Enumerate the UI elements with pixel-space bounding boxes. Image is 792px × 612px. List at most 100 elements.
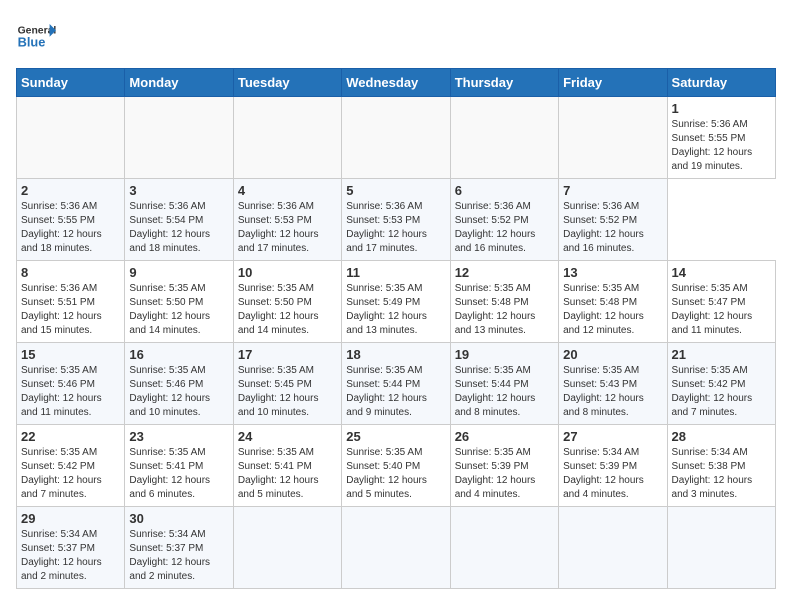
- day-cell: 15 Sunrise: 5:35 AMSunset: 5:46 PMDaylig…: [17, 343, 125, 425]
- day-cell: 3 Sunrise: 5:36 AMSunset: 5:54 PMDayligh…: [125, 179, 233, 261]
- day-cell: 18 Sunrise: 5:35 AMSunset: 5:44 PMDaylig…: [342, 343, 450, 425]
- day-number: 7: [563, 183, 662, 198]
- day-cell: 30 Sunrise: 5:34 AMSunset: 5:37 PMDaylig…: [125, 507, 233, 589]
- day-info: Sunrise: 5:35 AMSunset: 5:44 PMDaylight:…: [455, 364, 554, 420]
- empty-cell: [17, 97, 125, 179]
- day-cell: 11 Sunrise: 5:35 AMSunset: 5:49 PMDaylig…: [342, 261, 450, 343]
- day-cell: 14 Sunrise: 5:35 AMSunset: 5:47 PMDaylig…: [667, 261, 775, 343]
- day-info: Sunrise: 5:35 AMSunset: 5:40 PMDaylight:…: [346, 446, 445, 502]
- day-cell: 26 Sunrise: 5:35 AMSunset: 5:39 PMDaylig…: [450, 425, 558, 507]
- empty-cell: [559, 97, 667, 179]
- day-info: Sunrise: 5:34 AMSunset: 5:37 PMDaylight:…: [129, 528, 228, 584]
- day-number: 26: [455, 429, 554, 444]
- empty-cell: [342, 97, 450, 179]
- day-info: Sunrise: 5:36 AMSunset: 5:51 PMDaylight:…: [21, 282, 120, 338]
- empty-cell: [450, 507, 558, 589]
- calendar-table: SundayMondayTuesdayWednesdayThursdayFrid…: [16, 68, 776, 589]
- day-cell: 13 Sunrise: 5:35 AMSunset: 5:48 PMDaylig…: [559, 261, 667, 343]
- day-info: Sunrise: 5:35 AMSunset: 5:44 PMDaylight:…: [346, 364, 445, 420]
- day-info: Sunrise: 5:35 AMSunset: 5:45 PMDaylight:…: [238, 364, 337, 420]
- day-number: 17: [238, 347, 337, 362]
- day-info: Sunrise: 5:36 AMSunset: 5:53 PMDaylight:…: [238, 200, 337, 256]
- day-info: Sunrise: 5:36 AMSunset: 5:55 PMDaylight:…: [21, 200, 120, 256]
- day-number: 13: [563, 265, 662, 280]
- day-number: 18: [346, 347, 445, 362]
- day-number: 24: [238, 429, 337, 444]
- day-number: 25: [346, 429, 445, 444]
- day-cell: 4 Sunrise: 5:36 AMSunset: 5:53 PMDayligh…: [233, 179, 341, 261]
- day-info: Sunrise: 5:35 AMSunset: 5:48 PMDaylight:…: [455, 282, 554, 338]
- day-info: Sunrise: 5:34 AMSunset: 5:38 PMDaylight:…: [672, 446, 771, 502]
- col-header-monday: Monday: [125, 69, 233, 97]
- day-number: 28: [672, 429, 771, 444]
- col-header-tuesday: Tuesday: [233, 69, 341, 97]
- day-info: Sunrise: 5:35 AMSunset: 5:50 PMDaylight:…: [238, 282, 337, 338]
- svg-text:Blue: Blue: [18, 34, 46, 49]
- day-cell: 6 Sunrise: 5:36 AMSunset: 5:52 PMDayligh…: [450, 179, 558, 261]
- day-info: Sunrise: 5:36 AMSunset: 5:55 PMDaylight:…: [672, 118, 771, 174]
- col-header-wednesday: Wednesday: [342, 69, 450, 97]
- day-cell: 16 Sunrise: 5:35 AMSunset: 5:46 PMDaylig…: [125, 343, 233, 425]
- day-info: Sunrise: 5:36 AMSunset: 5:53 PMDaylight:…: [346, 200, 445, 256]
- day-number: 30: [129, 511, 228, 526]
- day-number: 1: [672, 101, 771, 116]
- day-cell: 24 Sunrise: 5:35 AMSunset: 5:41 PMDaylig…: [233, 425, 341, 507]
- col-header-thursday: Thursday: [450, 69, 558, 97]
- day-info: Sunrise: 5:35 AMSunset: 5:49 PMDaylight:…: [346, 282, 445, 338]
- day-number: 29: [21, 511, 120, 526]
- day-number: 22: [21, 429, 120, 444]
- empty-cell: [450, 97, 558, 179]
- day-cell: 22 Sunrise: 5:35 AMSunset: 5:42 PMDaylig…: [17, 425, 125, 507]
- day-info: Sunrise: 5:35 AMSunset: 5:48 PMDaylight:…: [563, 282, 662, 338]
- day-cell: 23 Sunrise: 5:35 AMSunset: 5:41 PMDaylig…: [125, 425, 233, 507]
- day-info: Sunrise: 5:35 AMSunset: 5:43 PMDaylight:…: [563, 364, 662, 420]
- day-cell: 5 Sunrise: 5:36 AMSunset: 5:53 PMDayligh…: [342, 179, 450, 261]
- day-info: Sunrise: 5:35 AMSunset: 5:41 PMDaylight:…: [238, 446, 337, 502]
- day-number: 16: [129, 347, 228, 362]
- day-info: Sunrise: 5:35 AMSunset: 5:42 PMDaylight:…: [672, 364, 771, 420]
- day-cell: 17 Sunrise: 5:35 AMSunset: 5:45 PMDaylig…: [233, 343, 341, 425]
- day-number: 23: [129, 429, 228, 444]
- day-number: 6: [455, 183, 554, 198]
- empty-cell: [233, 97, 341, 179]
- day-info: Sunrise: 5:36 AMSunset: 5:52 PMDaylight:…: [455, 200, 554, 256]
- day-number: 12: [455, 265, 554, 280]
- day-cell: 2 Sunrise: 5:36 AMSunset: 5:55 PMDayligh…: [17, 179, 125, 261]
- col-header-saturday: Saturday: [667, 69, 775, 97]
- empty-cell: [233, 507, 341, 589]
- empty-cell: [342, 507, 450, 589]
- day-cell: 8 Sunrise: 5:36 AMSunset: 5:51 PMDayligh…: [17, 261, 125, 343]
- logo: General Blue: [16, 16, 62, 56]
- empty-cell: [667, 507, 775, 589]
- day-cell: 27 Sunrise: 5:34 AMSunset: 5:39 PMDaylig…: [559, 425, 667, 507]
- day-cell: 21 Sunrise: 5:35 AMSunset: 5:42 PMDaylig…: [667, 343, 775, 425]
- col-header-friday: Friday: [559, 69, 667, 97]
- day-info: Sunrise: 5:35 AMSunset: 5:41 PMDaylight:…: [129, 446, 228, 502]
- day-number: 14: [672, 265, 771, 280]
- day-cell: 1 Sunrise: 5:36 AMSunset: 5:55 PMDayligh…: [667, 97, 775, 179]
- day-info: Sunrise: 5:36 AMSunset: 5:52 PMDaylight:…: [563, 200, 662, 256]
- day-number: 4: [238, 183, 337, 198]
- empty-cell: [125, 97, 233, 179]
- day-cell: 12 Sunrise: 5:35 AMSunset: 5:48 PMDaylig…: [450, 261, 558, 343]
- empty-cell: [559, 507, 667, 589]
- day-number: 11: [346, 265, 445, 280]
- day-number: 20: [563, 347, 662, 362]
- day-cell: 7 Sunrise: 5:36 AMSunset: 5:52 PMDayligh…: [559, 179, 667, 261]
- day-cell: 9 Sunrise: 5:35 AMSunset: 5:50 PMDayligh…: [125, 261, 233, 343]
- day-cell: 29 Sunrise: 5:34 AMSunset: 5:37 PMDaylig…: [17, 507, 125, 589]
- day-number: 19: [455, 347, 554, 362]
- day-cell: 25 Sunrise: 5:35 AMSunset: 5:40 PMDaylig…: [342, 425, 450, 507]
- day-info: Sunrise: 5:34 AMSunset: 5:39 PMDaylight:…: [563, 446, 662, 502]
- day-number: 8: [21, 265, 120, 280]
- day-info: Sunrise: 5:35 AMSunset: 5:39 PMDaylight:…: [455, 446, 554, 502]
- page-header: General Blue: [16, 16, 776, 56]
- day-info: Sunrise: 5:35 AMSunset: 5:42 PMDaylight:…: [21, 446, 120, 502]
- day-number: 27: [563, 429, 662, 444]
- day-number: 5: [346, 183, 445, 198]
- day-number: 2: [21, 183, 120, 198]
- day-cell: 28 Sunrise: 5:34 AMSunset: 5:38 PMDaylig…: [667, 425, 775, 507]
- day-number: 3: [129, 183, 228, 198]
- day-info: Sunrise: 5:35 AMSunset: 5:46 PMDaylight:…: [129, 364, 228, 420]
- day-cell: 19 Sunrise: 5:35 AMSunset: 5:44 PMDaylig…: [450, 343, 558, 425]
